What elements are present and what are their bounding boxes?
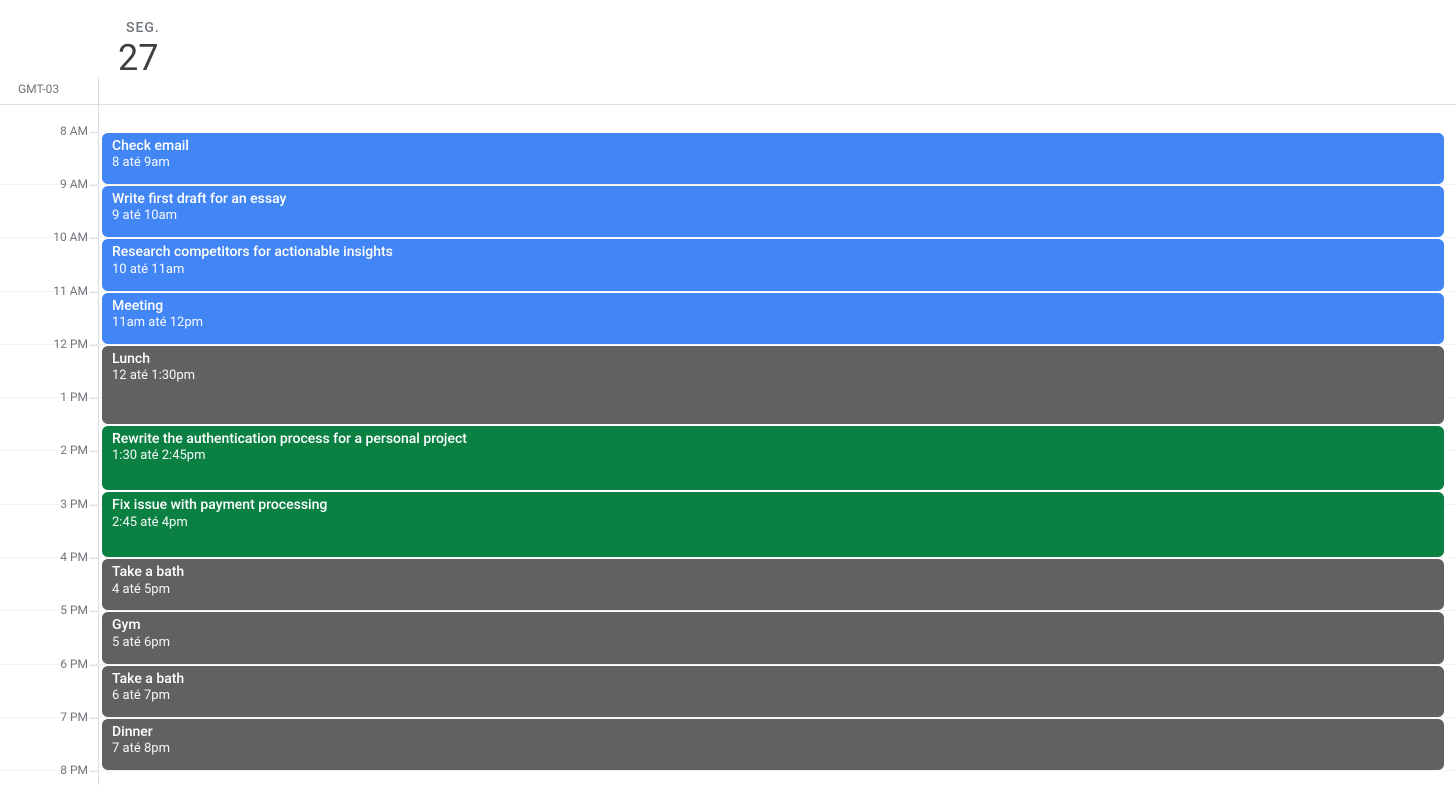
event-time: 1:30 até 2:45pm [112, 448, 1434, 465]
event-time: 10 até 11am [112, 262, 1434, 279]
day-number: 27 [118, 40, 160, 76]
event-title: Check email [112, 138, 1434, 156]
hour-tick [90, 505, 98, 506]
calendar-event[interactable]: Take a bath6 até 7pm [102, 666, 1444, 717]
event-time: 4 até 5pm [112, 582, 1434, 599]
event-time: 8 até 9am [112, 155, 1434, 172]
hour-tick [90, 185, 98, 186]
hour-label: 3 PM [0, 497, 88, 511]
calendar-event[interactable]: Research competitors for actionable insi… [102, 239, 1444, 290]
calendar-event[interactable]: Take a bath4 até 5pm [102, 559, 1444, 610]
hour-tick [90, 132, 98, 133]
hour-tick [90, 665, 98, 666]
event-time: 7 até 8pm [112, 741, 1434, 758]
hour-label: 4 PM [0, 550, 88, 564]
hour-tick [90, 292, 98, 293]
event-title: Fix issue with payment processing [112, 497, 1434, 515]
event-title: Research competitors for actionable insi… [112, 244, 1434, 262]
event-time: 5 até 6pm [112, 635, 1434, 652]
hour-label: 5 PM [0, 603, 88, 617]
hour-label: 8 AM [0, 124, 88, 138]
calendar-day-view: GMT-03 SEG. 27 8 AM 9 AM 10 AM 11 AM 12 PM 1 … [0, 0, 1456, 785]
calendar-event[interactable]: Fix issue with payment processing2:45 at… [102, 492, 1444, 557]
calendar-event[interactable]: Dinner7 até 8pm [102, 719, 1444, 770]
event-title: Take a bath [112, 671, 1434, 689]
event-time: 11am até 12pm [112, 315, 1434, 332]
hour-tick [90, 611, 98, 612]
hour-label: 10 AM [0, 230, 88, 244]
hour-label: 7 PM [0, 710, 88, 724]
calendar-event[interactable]: Meeting11am até 12pm [102, 293, 1444, 344]
hour-label: 2 PM [0, 443, 88, 457]
calendar-event[interactable]: Lunch12 até 1:30pm [102, 346, 1444, 424]
calendar-event[interactable]: Rewrite the authentication process for a… [102, 426, 1444, 491]
header-divider [98, 78, 99, 104]
hour-tick [90, 345, 98, 346]
event-title: Take a bath [112, 564, 1434, 582]
hour-label: 1 PM [0, 390, 88, 404]
day-header[interactable]: SEG. 27 [118, 20, 160, 76]
event-time: 2:45 até 4pm [112, 515, 1434, 532]
hour-label: 11 AM [0, 284, 88, 298]
event-title: Lunch [112, 351, 1434, 369]
hour-tick [90, 718, 98, 719]
hour-label: 8 PM [0, 763, 88, 777]
hour-tick [90, 398, 98, 399]
hour-tick [90, 238, 98, 239]
events-layer: Check email8 até 9amWrite first draft fo… [102, 105, 1444, 785]
event-title: Gym [112, 617, 1434, 635]
event-title: Dinner [112, 724, 1434, 742]
day-name: SEG. [126, 20, 160, 36]
event-time: 9 até 10am [112, 208, 1434, 225]
hour-tick [90, 558, 98, 559]
event-time: 12 até 1:30pm [112, 368, 1434, 385]
calendar-event[interactable]: Check email8 até 9am [102, 133, 1444, 184]
event-time: 6 até 7pm [112, 688, 1434, 705]
hour-label: 9 AM [0, 177, 88, 191]
calendar-event[interactable]: Gym5 até 6pm [102, 612, 1444, 663]
event-title: Meeting [112, 298, 1434, 316]
calendar-header: GMT-03 SEG. 27 [0, 0, 1456, 105]
hour-label: 6 PM [0, 657, 88, 671]
hour-tick [90, 451, 98, 452]
time-grid[interactable]: 8 AM 9 AM 10 AM 11 AM 12 PM 1 PM 2 PM 3 PM 4 PM 5… [0, 105, 1456, 785]
event-title: Rewrite the authentication process for a… [112, 431, 1434, 449]
calendar-event[interactable]: Write first draft for an essay9 até 10am [102, 186, 1444, 237]
hour-tick [90, 771, 98, 772]
event-title: Write first draft for an essay [112, 191, 1434, 209]
hour-label: 12 PM [0, 337, 88, 351]
timezone-label: GMT-03 [18, 82, 59, 96]
